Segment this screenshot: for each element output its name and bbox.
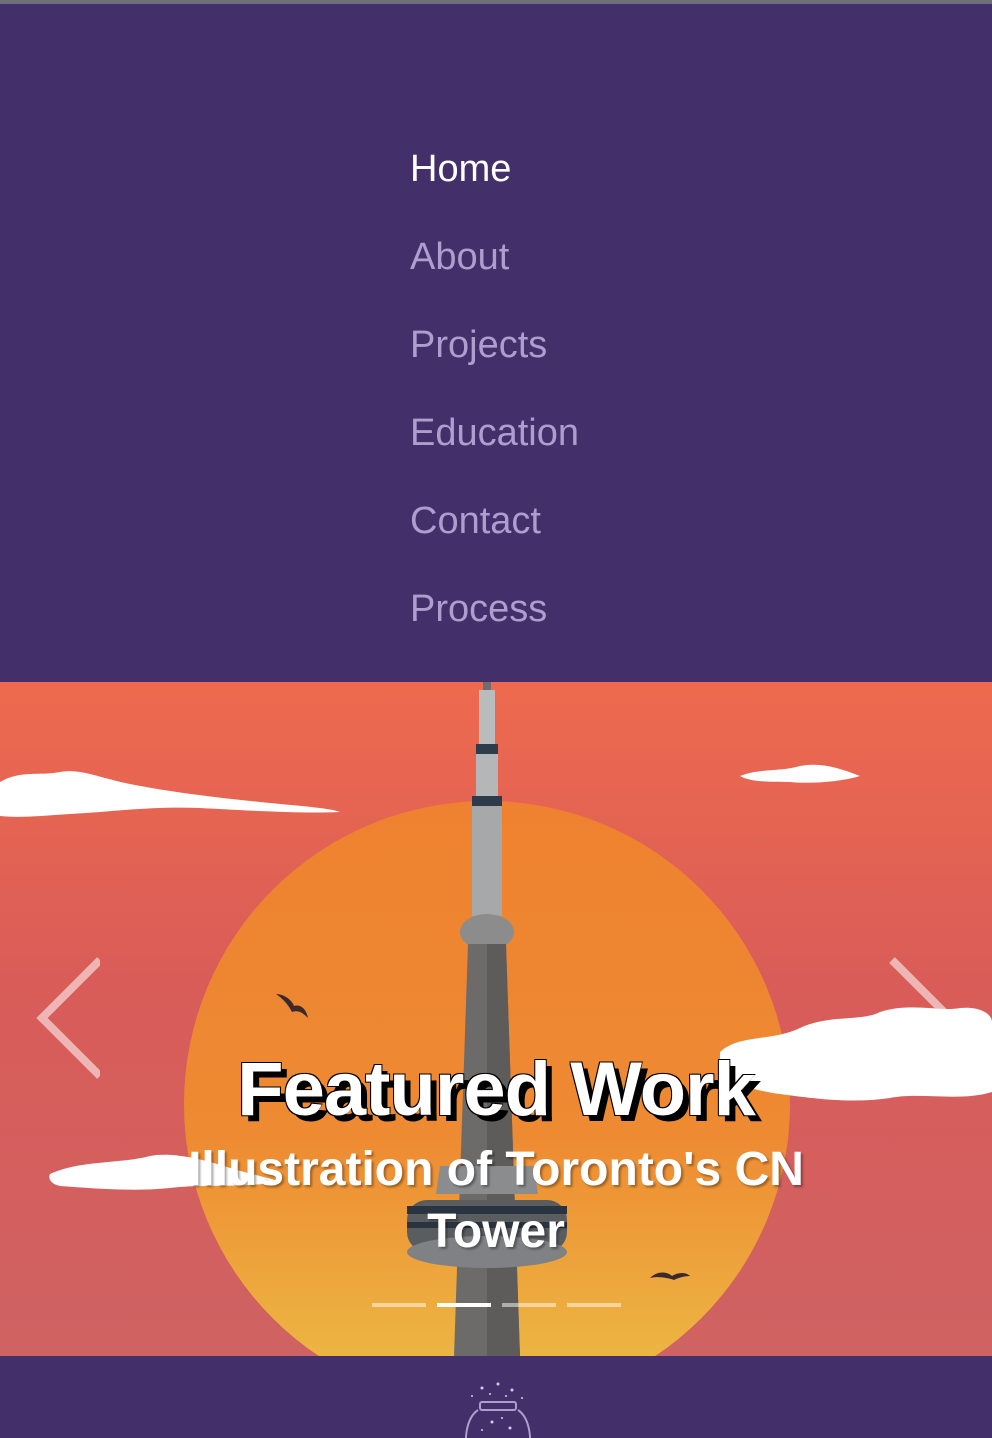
caption-text: Illustration of Toronto's CN Tower (188, 1143, 804, 1258)
star-jar-icon (465, 1382, 531, 1438)
caption-title: Featured Work (237, 1047, 756, 1132)
footer (0, 1356, 992, 1438)
carousel-indicator-2[interactable] (437, 1303, 491, 1307)
carousel-indicator-3[interactable] (502, 1303, 556, 1307)
nav-item-about[interactable]: About (410, 225, 579, 313)
nav-menu: Home About Projects Education Contact Pr… (410, 137, 579, 665)
carousel-indicator-4[interactable] (567, 1303, 621, 1307)
nav-item-education[interactable]: Education (410, 401, 579, 489)
featured-carousel: Featured Work Illustration of Toronto's … (0, 682, 992, 1356)
carousel-indicators (372, 1303, 621, 1309)
carousel-caption: Featured Work Illustration of Toronto's … (0, 1047, 992, 1263)
nav-item-contact[interactable]: Contact (410, 489, 579, 577)
nav-item-projects[interactable]: Projects (410, 313, 579, 401)
nav-item-home[interactable]: Home (410, 137, 579, 225)
navbar: Home About Projects Education Contact Pr… (0, 4, 992, 682)
nav-item-process[interactable]: Process (410, 577, 579, 665)
carousel-indicator-1[interactable] (372, 1303, 426, 1307)
